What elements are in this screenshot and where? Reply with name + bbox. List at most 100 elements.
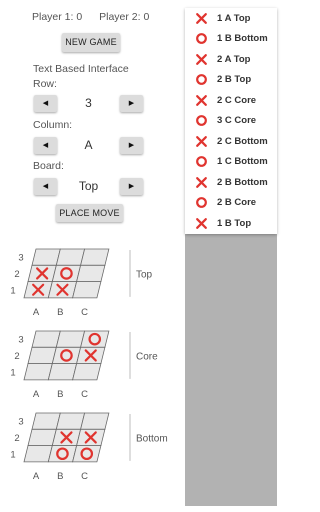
move-history-list: 1 A Top 1 B Bottom 2 A Top 2 B Top 2 C Core 3… [185, 8, 277, 234]
x-mark-icon [196, 12, 207, 24]
move-history-item[interactable]: 1 B Bottom [185, 29, 277, 50]
game-panel: Player 1: 0 Player 2: 0 NEW GAME Text Ba… [0, 0, 184, 512]
board-core: 3 2 1 A B C Core [10, 330, 158, 400]
board-label: Board: [33, 160, 64, 172]
x-mark-icon [196, 94, 207, 106]
move-history-text: 1 C Bottom [217, 156, 268, 168]
o-mark-icon [196, 74, 207, 86]
move-history-item[interactable]: 2 C Bottom [185, 131, 277, 152]
board-top: 3 2 1 A B C Top [10, 248, 153, 318]
row-number-label: 2 [14, 269, 19, 280]
x-mark [196, 94, 207, 106]
move-history-text: 1 A Top [217, 12, 251, 24]
row-next-button[interactable]: ▶ [120, 95, 143, 112]
x-mark [196, 53, 207, 65]
move-history-text: 1 B Top [217, 217, 252, 229]
o-mark-icon [196, 33, 207, 45]
new-game-button[interactable]: NEW GAME [62, 33, 120, 52]
move-history-text: 2 C Bottom [217, 135, 268, 147]
o-mark-icon [196, 197, 207, 209]
board-cell[interactable] [31, 330, 61, 348]
move-history-item[interactable]: 2 A Top [185, 49, 277, 70]
row-value: 3 [85, 96, 92, 110]
move-history-item[interactable]: 1 C Bottom [185, 152, 277, 173]
column-letter-label: C [81, 389, 88, 400]
board-name-label: Core [136, 351, 158, 362]
column-prev-button[interactable]: ◀ [34, 137, 57, 154]
move-history-item[interactable]: 3 C Core [185, 111, 277, 132]
row-selector: ◀ 3 ▶ [34, 95, 144, 112]
move-history-text: 1 B Bottom [217, 33, 268, 45]
board-name-label: Bottom [136, 433, 168, 444]
board-cell[interactable] [72, 363, 102, 381]
board-bottom: 3 2 1 A B C Bottom [10, 412, 168, 482]
board-selector: ◀ Top ▶ [34, 178, 144, 195]
column-letter-label: C [81, 471, 88, 482]
board-cell[interactable] [80, 248, 110, 266]
board-cell[interactable] [55, 248, 86, 266]
column-letter-label: B [57, 307, 63, 318]
column-letter-label: A [33, 471, 40, 482]
x-mark [196, 12, 207, 24]
x-mark [196, 217, 207, 229]
board-next-button[interactable]: ▶ [120, 178, 143, 195]
move-history-item[interactable]: 1 A Top [185, 8, 277, 29]
o-mark-icon [196, 156, 207, 168]
board-cell[interactable] [47, 363, 78, 381]
board-cell[interactable] [27, 428, 57, 447]
move-history-panel: 1 A Top 1 B Bottom 2 A Top 2 B Top 2 C Core 3… [185, 8, 277, 506]
move-history-text: 2 C Core [217, 94, 257, 106]
move-history-text: 2 B Top [217, 74, 252, 86]
board-cell[interactable] [76, 264, 106, 283]
column-letter-label: B [57, 389, 63, 400]
move-history-text: 2 B Bottom [217, 176, 268, 188]
boards-view: 3 2 1 A B C Top 3 2 1 A B C Core 3 2 1 A B C Bottom [10, 248, 168, 482]
board-cell[interactable] [23, 363, 53, 381]
board-cell[interactable] [55, 412, 86, 430]
row-number-label: 3 [18, 417, 23, 428]
player2-score: Player 2: 0 [99, 11, 150, 23]
o-mark [196, 74, 207, 86]
board-name-label: Top [136, 269, 153, 280]
o-mark [196, 115, 207, 127]
column-label: Column: [33, 119, 73, 131]
o-mark [196, 156, 207, 168]
move-history-text: 2 A Top [217, 53, 251, 65]
column-next-button[interactable]: ▶ [120, 137, 143, 154]
x-mark-icon [196, 53, 207, 65]
score-bar: Player 1: 0 Player 2: 0 [32, 11, 163, 23]
row-number-label: 3 [18, 335, 23, 346]
board-cell[interactable] [31, 248, 61, 266]
place-move-button[interactable]: PLACE MOVE [56, 204, 123, 222]
row-number-label: 1 [10, 367, 15, 378]
x-mark-icon [196, 135, 207, 147]
x-mark [196, 176, 207, 188]
move-history-item[interactable]: 2 B Top [185, 70, 277, 91]
o-mark [196, 197, 207, 209]
player1-score: Player 1: 0 [32, 11, 83, 23]
board-cell[interactable] [27, 346, 57, 365]
move-history-text: 3 C Core [217, 115, 257, 127]
board-cell[interactable] [80, 412, 110, 430]
board-cell[interactable] [31, 412, 61, 430]
board-cell[interactable] [23, 445, 53, 463]
text-interface-title: Text Based Interface [33, 63, 129, 75]
move-history-item[interactable]: 1 B Top [185, 213, 277, 234]
column-letter-label: A [33, 389, 40, 400]
row-label: Row: [33, 78, 57, 90]
move-history-item[interactable]: 2 C Core [185, 90, 277, 111]
row-number-label: 1 [10, 449, 15, 460]
row-number-label: 2 [14, 351, 19, 362]
move-history-item[interactable]: 2 B Core [185, 193, 277, 214]
move-history-item[interactable]: 2 B Bottom [185, 172, 277, 193]
row-prev-button[interactable]: ◀ [34, 95, 57, 112]
row-number-label: 3 [18, 253, 23, 264]
board-cell[interactable] [55, 330, 86, 348]
board-cell[interactable] [72, 281, 102, 299]
move-history-text: 2 B Core [217, 197, 257, 209]
o-mark-icon [196, 115, 207, 127]
o-mark [196, 33, 207, 45]
x-mark [196, 135, 207, 147]
board-prev-button[interactable]: ◀ [34, 178, 57, 195]
row-number-label: 1 [10, 285, 15, 296]
